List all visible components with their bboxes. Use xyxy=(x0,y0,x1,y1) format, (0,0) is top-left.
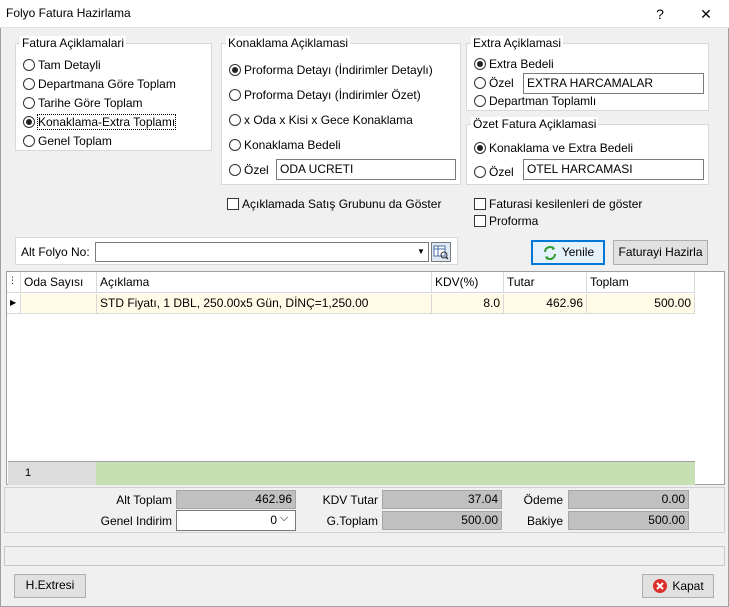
kesilenler-checkbox[interactable]: Faturasi kesilenleri de göster xyxy=(474,197,642,211)
kapat-button[interactable]: Kapat xyxy=(642,574,714,598)
col-tutar[interactable]: Tutar xyxy=(504,272,587,293)
konaklama-option-oda-kisi-gece[interactable]: x Oda x Kisi x Gece Konaklama xyxy=(229,113,413,127)
title-bar: Folyo Fatura Hazirlama ? ✕ xyxy=(0,0,729,28)
cell-aciklama[interactable]: STD Fiyatı, 1 DBL, 250.00x5 Gün, DİNÇ=1,… xyxy=(97,294,432,314)
chevron-down-icon[interactable]: ▼ xyxy=(414,244,428,260)
ozet-ozel-input[interactable]: OTEL HARCAMASI xyxy=(523,159,704,180)
fatura-option-tarih[interactable]: Tarihe Göre Toplam xyxy=(23,96,143,110)
status-bar xyxy=(4,546,725,566)
grid-footer: 1 xyxy=(8,461,695,485)
odeme-value: 0.00 xyxy=(568,490,689,509)
genel-indirim-label: Genel Indirim xyxy=(100,514,172,528)
extra-ozel-input[interactable]: EXTRA HARCAMALAR xyxy=(523,73,704,94)
radio-icon xyxy=(229,164,241,176)
radio-icon xyxy=(229,114,241,126)
col-kdv[interactable]: KDV(%) xyxy=(432,272,504,293)
konaklama-option-bedeli[interactable]: Konaklama Bedeli xyxy=(229,138,341,152)
extra-group-label: Extra Açiklamasi xyxy=(471,36,564,50)
ozet-group-label: Özet Fatura Açiklamasi xyxy=(471,117,599,131)
radio-icon xyxy=(474,95,486,107)
radio-selected-icon xyxy=(229,64,241,76)
kdv-tutar-label: KDV Tutar xyxy=(322,493,378,507)
close-circle-icon xyxy=(652,578,668,594)
alt-toplam-label: Alt Toplam xyxy=(116,493,172,507)
fatura-group-label: Fatura Açiklamalari xyxy=(20,36,127,50)
fatura-option-departman[interactable]: Departmana Göre Toplam xyxy=(23,77,176,91)
kdv-tutar-value: 37.04 xyxy=(382,490,502,509)
chevron-down-icon[interactable]: ⌵ xyxy=(280,512,288,525)
col-toplam[interactable]: Toplam xyxy=(587,272,695,293)
radio-icon xyxy=(23,97,35,109)
konaklama-option-ozel[interactable]: Özel xyxy=(229,163,269,177)
radio-selected-icon xyxy=(474,142,486,154)
cell-toplam[interactable]: 500.00 xyxy=(587,294,695,314)
extra-option-bedeli[interactable]: Extra Bedeli xyxy=(474,57,554,71)
ozet-option-ozel[interactable]: Özel xyxy=(474,165,514,179)
refresh-icon xyxy=(542,245,558,261)
col-aciklama[interactable]: Açıklama xyxy=(97,272,432,293)
radio-selected-icon xyxy=(23,116,35,128)
grid-footer-count: 1 xyxy=(22,462,96,485)
radio-icon xyxy=(229,139,241,151)
extra-option-ozel[interactable]: Özel xyxy=(474,76,514,90)
alt-folyo-select[interactable] xyxy=(95,242,429,262)
radio-selected-icon xyxy=(474,58,486,70)
yenile-button[interactable]: Yenile xyxy=(531,240,605,265)
satis-grubu-checkbox[interactable]: Açıklamada Satış Grubunu da Göster xyxy=(227,197,441,211)
radio-icon xyxy=(23,59,35,71)
radio-icon xyxy=(23,135,35,147)
grid-menu-icon[interactable]: ⋮ xyxy=(7,272,21,293)
alt-toplam-value: 462.96 xyxy=(176,490,296,509)
fatura-option-konaklama-extra[interactable]: Konaklama-Extra Toplamı xyxy=(23,114,177,130)
checkbox-icon xyxy=(227,198,239,210)
cell-kdv[interactable]: 8.0 xyxy=(432,294,504,314)
radio-icon xyxy=(23,78,35,90)
ozet-option-konaklama-extra[interactable]: Konaklama ve Extra Bedeli xyxy=(474,141,633,155)
fatura-option-tam[interactable]: Tam Detayli xyxy=(23,58,101,72)
window-title: Folyo Fatura Hazirlama xyxy=(6,6,131,20)
konaklama-group-label: Konaklama Açiklamasi xyxy=(226,36,351,50)
radio-icon xyxy=(474,77,486,89)
konaklama-ozel-input[interactable]: ODA UCRETI xyxy=(276,159,456,180)
g-toplam-value: 500.00 xyxy=(382,511,502,530)
checkbox-icon xyxy=(474,215,486,227)
konaklama-option-proforma-ozet[interactable]: Proforma Detayı (İndirimler Özet) xyxy=(229,88,421,102)
close-button[interactable]: ✕ xyxy=(684,2,728,26)
genel-indirim-input[interactable]: 0 xyxy=(176,510,296,531)
checkbox-icon xyxy=(474,198,486,210)
extra-option-departman[interactable]: Departman Toplamlı xyxy=(474,94,596,108)
alt-folyo-label: Alt Folyo No: xyxy=(21,245,90,259)
help-button[interactable]: ? xyxy=(638,2,682,26)
bakiye-value: 500.00 xyxy=(568,511,689,530)
h-extresi-button[interactable]: H.Extresi xyxy=(14,574,86,598)
radio-icon xyxy=(474,166,486,178)
konaklama-option-proforma-detayli[interactable]: Proforma Detayı (İndirimler Detaylı) xyxy=(229,63,433,77)
g-toplam-label: G.Toplam xyxy=(326,514,378,528)
fatura-option-genel[interactable]: Genel Toplam xyxy=(23,134,112,148)
proforma-checkbox[interactable]: Proforma xyxy=(474,214,538,228)
bakiye-label: Bakiye xyxy=(526,514,563,528)
faturayi-hazirla-button[interactable]: Faturayi Hazirla xyxy=(613,240,708,265)
search-table-icon[interactable] xyxy=(431,242,451,262)
cell-oda-sayisi[interactable] xyxy=(21,294,97,314)
row-indicator-icon: ▶ xyxy=(7,294,21,314)
fatura-grid: ⋮ Oda Sayısı Açıklama KDV(%) Tutar Topla… xyxy=(6,271,725,485)
col-oda-sayisi[interactable]: Oda Sayısı xyxy=(21,272,97,293)
cell-tutar[interactable]: 462.96 xyxy=(504,294,587,314)
radio-icon xyxy=(229,89,241,101)
odeme-label: Ödeme xyxy=(523,493,563,507)
